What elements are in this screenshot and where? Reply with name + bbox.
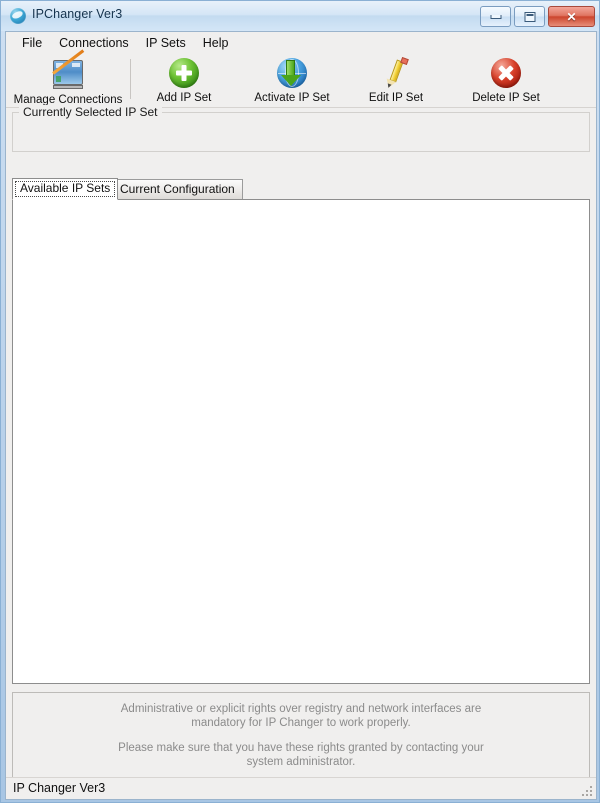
menu-item-file[interactable]: File [14, 34, 51, 52]
menu-item-connections[interactable]: Connections [51, 34, 138, 52]
minimize-button[interactable] [480, 6, 511, 27]
globe-download-icon [276, 58, 308, 90]
info-line-4: system administrator. [246, 756, 356, 768]
title-bar: IPChanger Ver3 ✕ [1, 1, 599, 31]
client-area: File Connections IP Sets Help Manage Con… [5, 31, 597, 800]
tab-strip: Available IP Sets Current Configuration [12, 178, 590, 200]
maximize-button[interactable] [514, 6, 545, 27]
monitor-icon [52, 49, 85, 92]
menu-item-help[interactable]: Help [195, 34, 238, 52]
resize-grip-icon[interactable] [581, 785, 593, 797]
toolbar-label-edit-ip-set: Edit IP Set [368, 92, 424, 104]
toolbar-label-activate-ip-set: Activate IP Set [254, 92, 330, 104]
status-bar-text: IP Changer Ver3 [13, 781, 106, 795]
close-icon: ✕ [566, 9, 577, 24]
app-globe-icon [10, 8, 26, 24]
toolbar: Manage Connections Add IP Set Activate I… [6, 49, 596, 108]
toolbar-button-delete-ip-set[interactable]: Delete IP Set [456, 57, 556, 104]
tab-available-ip-sets[interactable]: Available IP Sets [12, 178, 119, 200]
minimize-icon [490, 14, 501, 19]
info-line-1: Administrative or explicit rights over r… [120, 703, 482, 715]
menu-item-ip-sets[interactable]: IP Sets [138, 34, 195, 52]
currently-selected-ip-set-label: Currently Selected IP Set [19, 105, 162, 119]
info-line-3: Please make sure that you have these rig… [118, 742, 484, 754]
toolbar-label-delete-ip-set: Delete IP Set [472, 92, 540, 104]
window-controls: ✕ [480, 6, 595, 27]
ip-sets-list[interactable] [12, 199, 590, 684]
tab-current-configuration[interactable]: Current Configuration [112, 179, 243, 199]
toolbar-button-manage-connections[interactable]: Manage Connections [8, 49, 128, 106]
toolbar-label-add-ip-set: Add IP Set [156, 92, 212, 104]
toolbar-button-add-ip-set[interactable]: Add IP Set [139, 57, 229, 104]
maximize-icon [524, 11, 535, 22]
currently-selected-ip-set-group: Currently Selected IP Set [12, 105, 590, 152]
red-x-delete-icon [490, 58, 522, 90]
pencil-icon [380, 56, 412, 90]
green-plus-icon [168, 58, 200, 90]
application-window: IPChanger Ver3 ✕ File Connections IP Set… [0, 0, 600, 803]
tab-current-configuration-label: Current Configuration [120, 182, 235, 196]
menu-bar: File Connections IP Sets Help [6, 32, 596, 53]
toolbar-button-edit-ip-set[interactable]: Edit IP Set [351, 56, 441, 104]
status-bar: IP Changer Ver3 [6, 777, 596, 799]
close-button[interactable]: ✕ [548, 6, 595, 27]
toolbar-separator [130, 59, 131, 99]
info-line-2: mandatory for IP Changer to work properl… [191, 717, 411, 729]
window-title: IPChanger Ver3 [32, 7, 123, 21]
toolbar-button-activate-ip-set[interactable]: Activate IP Set [239, 57, 345, 104]
tab-available-ip-sets-label: Available IP Sets [20, 181, 111, 195]
